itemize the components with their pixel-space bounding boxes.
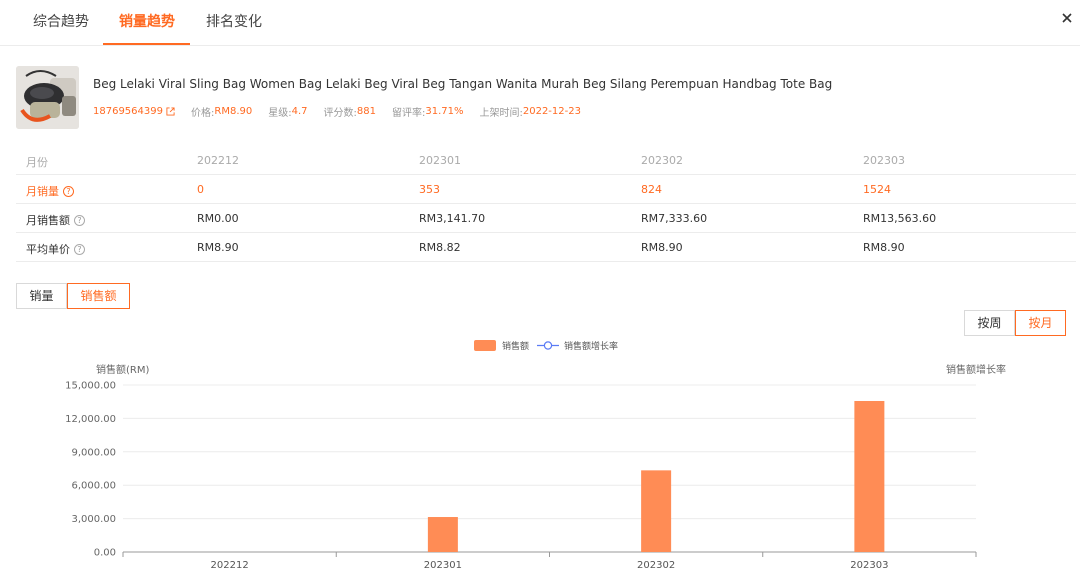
x-tick-label: 202303 — [850, 560, 888, 571]
table-cell: RM8.90 — [197, 241, 239, 254]
reviews-label: 评分数: — [323, 108, 357, 119]
row-label-text: 平均单价 — [26, 243, 70, 256]
bar-202301 — [427, 517, 458, 552]
help-icon[interactable]: ? — [63, 185, 74, 197]
x-tick-label: 202212 — [211, 560, 249, 571]
table-cell: RM0.00 — [197, 212, 239, 225]
table-cell: RM13,563.60 — [863, 212, 937, 225]
month-col: 202212 — [197, 154, 239, 167]
legend-line-swatch — [537, 341, 560, 350]
table-row-monthly-sales: 月销量? 0 353 824 1524 — [16, 175, 1076, 204]
y-tick-label: 0.00 — [94, 548, 116, 559]
y-tick-label: 3,000.00 — [71, 514, 116, 525]
tab-sales-trend[interactable]: 销量趋势 — [119, 11, 175, 31]
row-label-text: 月销量 — [26, 185, 59, 198]
month-col: 202302 — [641, 154, 683, 167]
active-tab-indicator — [103, 43, 190, 45]
y-tick-label: 9,000.00 — [71, 447, 116, 458]
row-label-monthly-revenue: 月销售额? — [26, 212, 85, 228]
revenue-bar-chart: 0.00 3,000.00 6,000.00 9,000.00 12,000.00 15,… — [65, 381, 977, 571]
help-icon[interactable]: ? — [74, 214, 85, 226]
month-col: 202301 — [419, 154, 461, 167]
tab-ranking-change[interactable]: 排名变化 — [206, 11, 262, 31]
reviews-value: 881 — [356, 106, 376, 117]
product-meta: 18769564399 价格: RM8.90 星级: 4.7 评分数: 881 … — [93, 104, 581, 119]
price-value: RM8.90 — [214, 106, 253, 117]
table-cell: RM3,141.70 — [419, 212, 486, 225]
table-cell: RM8.90 — [863, 241, 905, 254]
rating-value: 4.7 — [291, 106, 308, 117]
external-link-icon[interactable] — [166, 107, 175, 116]
table-cell: 1524 — [863, 183, 891, 196]
row-label-monthly-sales: 月销量? — [26, 183, 74, 199]
tab-overall-trend[interactable]: 综合趋势 — [33, 11, 89, 31]
price-label: 价格: — [191, 108, 215, 119]
table-cell: RM7,333.60 — [641, 212, 708, 225]
table-row-monthly-revenue: 月销售额? RM0.00 RM3,141.70 RM7,333.60 RM13,… — [16, 204, 1076, 233]
tab-bar: 综合趋势 销量趋势 排名变化 — [0, 0, 1080, 46]
review-rate-value: 31.71% — [425, 106, 464, 117]
legend-growth-label[interactable]: 销售额增长率 — [564, 339, 618, 352]
row-label-avg-price: 平均单价? — [26, 241, 85, 257]
product-image — [16, 66, 79, 129]
table-cell: RM8.82 — [419, 241, 461, 254]
table-row-avg-price: 平均单价? RM8.90 RM8.82 RM8.90 RM8.90 — [16, 233, 1076, 262]
bar-202302 — [641, 470, 672, 552]
help-icon[interactable]: ? — [74, 243, 85, 255]
monthly-table: 月份 202212 202301 202302 202303 月销量? 0 35… — [16, 146, 1076, 262]
listed-value: 2022-12-23 — [522, 106, 581, 117]
y-tick-label: 6,000.00 — [71, 481, 116, 492]
by-week-toggle[interactable]: 按周 — [964, 310, 1015, 336]
y-tick-label: 15,000.00 — [65, 381, 116, 392]
y-tick-label: 12,000.00 — [65, 414, 116, 425]
legend-revenue-label[interactable]: 销售额 — [502, 339, 529, 352]
row-label-text: 月销售额 — [26, 214, 70, 227]
table-cell: RM8.90 — [641, 241, 683, 254]
product-id-link[interactable]: 18769564399 — [93, 106, 163, 117]
chart-legend: 销售额 销售额增长率 — [474, 339, 618, 352]
legend-bar-swatch — [474, 340, 496, 351]
rating-label: 星级: — [268, 108, 292, 119]
listed-label: 上架时间: — [479, 108, 523, 119]
product-title[interactable]: Beg Lelaki Viral Sling Bag Women Bag Lel… — [93, 77, 832, 91]
x-tick-label: 202301 — [424, 560, 462, 571]
by-month-toggle[interactable]: 按月 — [1015, 310, 1066, 336]
review-rate-label: 留评率: — [391, 108, 426, 119]
table-cell: 353 — [419, 183, 440, 196]
close-icon[interactable] — [1060, 11, 1074, 25]
table-cell: 824 — [641, 183, 662, 196]
month-header: 月份 — [26, 156, 48, 169]
bar-202303 — [854, 400, 885, 552]
month-col: 202303 — [863, 154, 905, 167]
sales-volume-toggle[interactable]: 销量 — [16, 283, 67, 309]
sales-revenue-toggle[interactable]: 销售额 — [67, 283, 130, 309]
table-header-row: 月份 202212 202301 202302 202303 — [16, 146, 1076, 175]
x-tick-label: 202302 — [637, 560, 675, 571]
table-cell: 0 — [197, 183, 204, 196]
